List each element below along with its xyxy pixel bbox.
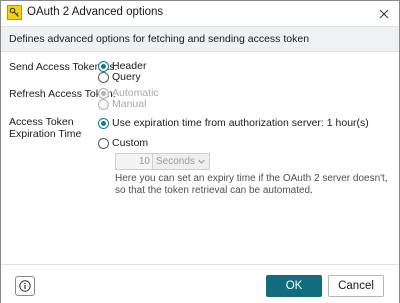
info-icon	[19, 280, 31, 292]
radio-manual[interactable]	[98, 99, 109, 110]
radio-query[interactable]	[98, 72, 109, 83]
radio-custom[interactable]	[98, 138, 109, 149]
custom-expiration-unit-value: Seconds	[156, 156, 195, 167]
key-icon	[7, 5, 22, 20]
radio-automatic[interactable]	[98, 88, 109, 99]
close-icon	[379, 9, 389, 18]
radio-query-label[interactable]: Query	[112, 71, 141, 83]
cancel-button[interactable]: Cancel	[328, 275, 384, 297]
custom-expiration-value-field[interactable]: 10	[115, 153, 153, 170]
radio-use-server-expiration[interactable]	[98, 118, 109, 129]
title-bar: OAuth 2 Advanced options	[1, 1, 399, 26]
radio-header[interactable]	[98, 61, 109, 72]
radio-manual-label[interactable]: Manual	[112, 98, 146, 110]
hint-line-2: so that the token retrieval can be autom…	[115, 185, 313, 196]
custom-expiration-unit-select[interactable]: Seconds	[152, 153, 210, 170]
radio-use-server-expiration-label[interactable]: Use expiration time from authorization s…	[112, 117, 369, 129]
hint-line-1: Here you can set an expiry time if the O…	[115, 173, 388, 184]
expiration-label-line2: Expiration Time	[9, 128, 82, 140]
description-text: Defines advanced options for fetching an…	[9, 33, 310, 45]
ok-button[interactable]: OK	[266, 275, 322, 297]
expiration-label-line1: Access Token	[9, 116, 74, 128]
info-button[interactable]	[15, 276, 35, 296]
window-title: OAuth 2 Advanced options	[27, 6, 164, 18]
dialog-window: OAuth 2 Advanced options Defines advance…	[0, 0, 400, 303]
radio-custom-label[interactable]: Custom	[112, 137, 148, 149]
dialog-footer: OK Cancel	[1, 264, 399, 303]
custom-expiration-value: 10	[138, 156, 150, 167]
chevron-down-icon	[198, 154, 205, 174]
description-bar: Defines advanced options for fetching an…	[1, 26, 399, 52]
close-button[interactable]	[369, 1, 399, 26]
